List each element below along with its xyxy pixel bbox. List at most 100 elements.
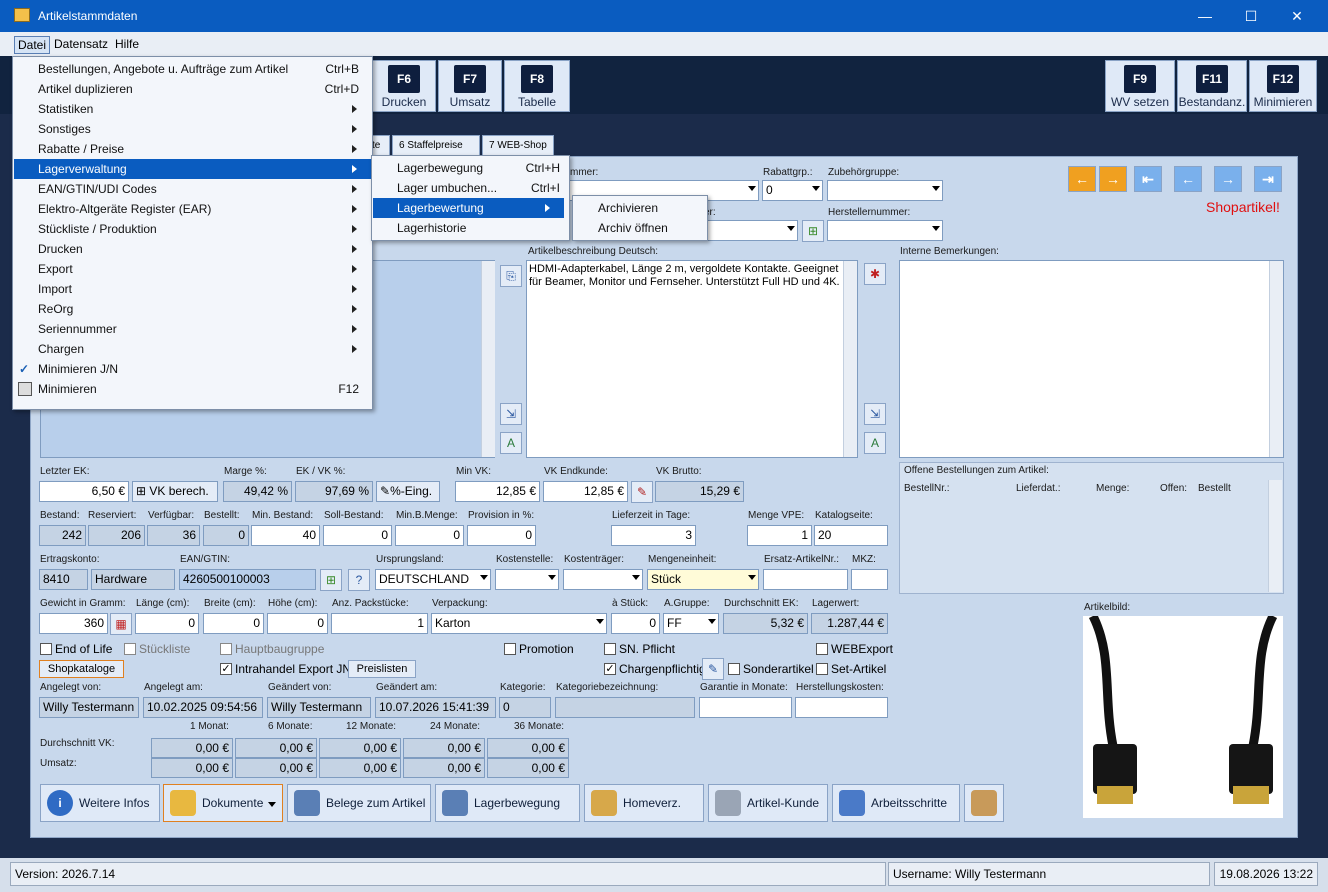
webexport-checkbox[interactable] — [816, 643, 828, 655]
provision-field[interactable]: 0 — [467, 525, 536, 546]
sn-checkbox[interactable] — [604, 643, 616, 655]
menu-item-minimieren[interactable]: Minimieren F12 — [14, 379, 371, 399]
menu-item-ean[interactable]: EAN/GTIN/UDI Codes — [14, 179, 371, 199]
dokumente-button[interactable]: Dokumente — [163, 784, 283, 822]
lieferzeit-field[interactable]: 3 — [611, 525, 696, 546]
next-orange-button[interactable]: → — [1099, 166, 1127, 192]
maximize-icon[interactable]: ☐ — [1228, 0, 1274, 32]
spellcheck-icon-right[interactable]: A — [864, 432, 886, 454]
ean-field[interactable]: 4260500100003 — [179, 569, 316, 590]
agruppe-select[interactable]: FF — [663, 613, 719, 634]
last-record-button[interactable]: ⇥ — [1254, 166, 1282, 192]
minimize-icon[interactable]: — — [1182, 0, 1228, 32]
next-record-button[interactable]: → — [1214, 166, 1242, 192]
menu-item-reorg[interactable]: ReOrg — [14, 299, 371, 319]
gewicht-field[interactable]: 360 — [39, 613, 108, 634]
menu-datei[interactable]: Datei — [14, 36, 51, 54]
mengeneinheit-select[interactable]: Stück — [647, 569, 759, 590]
set-checkbox[interactable] — [816, 663, 828, 675]
minbmenge-field[interactable]: 0 — [395, 525, 464, 546]
f8-tabelle-button[interactable]: F8 Tabelle — [504, 60, 570, 112]
artikel-kunde-button[interactable]: Artikel-Kunde — [708, 784, 828, 822]
menu-item-ear[interactable]: Elektro-Altgeräte Register (EAR) — [14, 199, 371, 219]
arbeitsschritte-button[interactable]: Arbeitsschritte — [832, 784, 960, 822]
shopkataloge-button[interactable]: Shopkataloge — [39, 660, 124, 678]
weitere-infos-button[interactable]: i Weitere Infos — [40, 784, 160, 822]
ean-help-icon[interactable]: ? — [348, 569, 370, 591]
hauptbau-checkbox[interactable] — [220, 643, 232, 655]
menu-item-drucken[interactable]: Drucken — [14, 239, 371, 259]
f6-drucken-button[interactable]: F6 Drucken — [372, 60, 436, 112]
copy-icon[interactable]: ⎘ — [500, 265, 522, 287]
vk-berech-button[interactable]: ⊞ VK berech. — [132, 481, 218, 502]
stueckliste-checkbox[interactable] — [124, 643, 136, 655]
first-record-button[interactable]: ⇤ — [1134, 166, 1162, 192]
scale-icon[interactable]: ▦ — [110, 613, 132, 635]
promotion-checkbox[interactable] — [504, 643, 516, 655]
translate-icon-right[interactable]: ⇲ — [864, 403, 886, 425]
rabattgrp-select[interactable]: 0 — [762, 180, 823, 201]
clipboard-button[interactable] — [964, 784, 1004, 822]
menu-item-rabatte[interactable]: Rabatte / Preise — [14, 139, 371, 159]
eol-checkbox[interactable] — [40, 643, 52, 655]
belege-button[interactable]: Belege zum Artikel — [287, 784, 431, 822]
menu-item-lagerbewegung[interactable]: Lagerbewegung Ctrl+H — [373, 158, 568, 178]
menu-item-sonstiges[interactable]: Sonstiges — [14, 119, 371, 139]
desc-scrollbar[interactable] — [843, 261, 857, 457]
prev-orange-button[interactable]: ← — [1068, 166, 1096, 192]
menu-item-minimieren-jn[interactable]: ✓ Minimieren J/N — [14, 359, 371, 379]
kostenstelle-select[interactable] — [495, 569, 559, 590]
intern-textarea[interactable] — [899, 260, 1284, 458]
hoehe-field[interactable]: 0 — [267, 613, 328, 634]
price-edit-icon[interactable]: ✎ — [631, 481, 653, 503]
ursprung-select[interactable]: DEUTSCHLAND — [375, 569, 491, 590]
menu-item-lagerverwaltung[interactable]: Lagerverwaltung — [14, 159, 371, 179]
artikelbild[interactable] — [1083, 613, 1283, 818]
breite-field[interactable]: 0 — [203, 613, 264, 634]
mkz-field[interactable] — [851, 569, 888, 590]
herstkosten-field[interactable] — [795, 697, 888, 718]
menu-item-seriennummer[interactable]: Seriennummer — [14, 319, 371, 339]
f7-umsatz-button[interactable]: F7 Umsatz — [438, 60, 502, 112]
intrahandel-checkbox[interactable]: ✓ — [220, 663, 232, 675]
vkend-field[interactable]: 12,85 € — [543, 481, 628, 502]
f12-minimieren-button[interactable]: F12 Minimieren — [1249, 60, 1317, 112]
sollbestand-field[interactable]: 0 — [323, 525, 392, 546]
charge-checkbox[interactable]: ✓ — [604, 663, 616, 675]
spellcheck-icon-left[interactable]: A — [500, 432, 522, 454]
menu-item-statistiken[interactable]: Statistiken — [14, 99, 371, 119]
intern-scrollbar[interactable] — [1269, 261, 1283, 457]
prev-record-button[interactable]: ← — [1174, 166, 1202, 192]
ersatz-field[interactable] — [763, 569, 848, 590]
description-textarea[interactable]: HDMI-Adapterkabel, Länge 2 m, vergoldete… — [526, 260, 858, 458]
charge-edit-icon[interactable]: ✎ — [702, 658, 724, 680]
lagerbewegung-button[interactable]: Lagerbewegung — [435, 784, 580, 822]
sonder-checkbox[interactable] — [728, 663, 740, 675]
verpackung-select[interactable]: Karton — [431, 613, 607, 634]
menu-item-duplizieren[interactable]: Artikel duplizieren Ctrl+D — [14, 79, 371, 99]
ean-add-icon[interactable]: ⊞ — [320, 569, 342, 591]
herstellernr-select[interactable] — [827, 220, 943, 241]
menu-item-lagerhistorie[interactable]: Lagerhistorie — [373, 218, 568, 238]
minbestand-field[interactable]: 40 — [251, 525, 320, 546]
f9-wv-setzen-button[interactable]: F9 WV setzen — [1105, 60, 1175, 112]
f11-bestandanz-button[interactable]: F11 Bestandanz. — [1177, 60, 1247, 112]
letzter-ek-field[interactable]: 6,50 € — [39, 481, 129, 502]
menu-item-stueckliste[interactable]: Stückliste / Produktion — [14, 219, 371, 239]
prozent-eing-button[interactable]: ✎%-Eing. — [376, 481, 440, 502]
menu-item-archivieren[interactable]: Archivieren — [574, 198, 706, 218]
menu-item-lagerbewertung[interactable]: Lagerbewertung — [373, 198, 564, 218]
zubehoer-select[interactable] — [827, 180, 943, 201]
menu-datensatz[interactable]: Datensatz — [51, 36, 111, 52]
offene-scrollbar[interactable] — [1268, 480, 1282, 592]
menu-item-export[interactable]: Export — [14, 259, 371, 279]
hersteller-add-icon[interactable]: ⊞ — [802, 220, 824, 242]
menu-item-import[interactable]: Import — [14, 279, 371, 299]
menu-item-lager-umbuchen[interactable]: Lager umbuchen... Ctrl+I — [373, 178, 568, 198]
close-icon[interactable]: ✕ — [1274, 0, 1320, 32]
katalog-field[interactable]: 20 — [814, 525, 888, 546]
packst-field[interactable]: 1 — [331, 613, 428, 634]
kostentraeger-select[interactable] — [563, 569, 643, 590]
tab-staffelpreise[interactable]: 6 Staffelpreise — [392, 135, 480, 157]
translate-icon-left[interactable]: ⇲ — [500, 403, 522, 425]
